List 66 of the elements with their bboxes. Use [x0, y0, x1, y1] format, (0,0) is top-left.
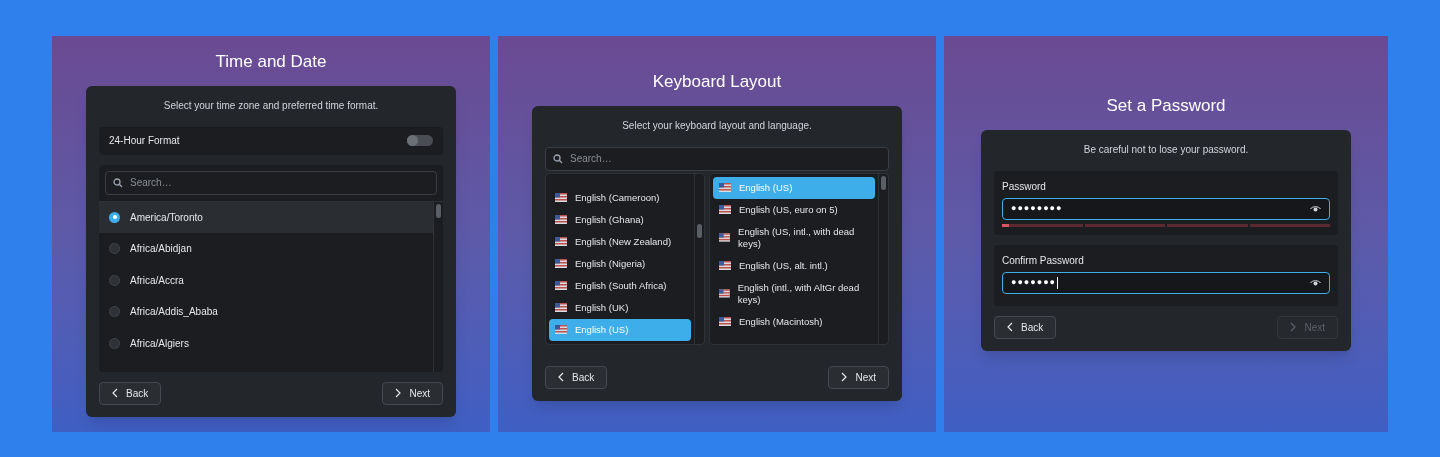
back-button[interactable]: Back: [545, 365, 608, 389]
flag-icon: [719, 317, 731, 326]
search-field[interactable]: Search…: [545, 146, 889, 171]
flag-icon: [555, 215, 567, 224]
layout-option[interactable]: English (Ghana): [549, 208, 691, 231]
layout-option[interactable]: English (US, alt. intl.): [713, 254, 875, 277]
screen-title: Keyboard Layout: [652, 71, 782, 93]
radio-button[interactable]: [109, 243, 120, 255]
layout-option[interactable]: English (US, euro on 5): [713, 198, 875, 221]
flag-icon: [555, 259, 567, 268]
password-field[interactable]: ●●●●●●●: [1002, 271, 1330, 294]
flag-icon: [555, 237, 567, 246]
back-button[interactable]: Back: [994, 315, 1057, 339]
toggle-label: 24-Hour Format: [109, 134, 180, 148]
chevron-right-icon: [841, 372, 848, 382]
chevron-left-icon: [558, 372, 564, 382]
radio-button[interactable]: [109, 211, 120, 223]
layout-option[interactable]: English (New Zealand): [549, 230, 691, 253]
eye-icon[interactable]: [1310, 278, 1321, 287]
field-label: Confirm Password: [1002, 253, 1085, 268]
radio-button[interactable]: [109, 306, 120, 318]
flag-icon: [719, 205, 731, 214]
timezone-option[interactable]: Africa/Abidjan: [99, 233, 433, 265]
chevron-left-icon: [112, 388, 118, 398]
field-label: Password: [1002, 179, 1047, 194]
scrollbar-thumb[interactable]: [881, 175, 886, 190]
scrollbar-thumb[interactable]: [697, 223, 702, 238]
chevron-right-icon: [395, 388, 402, 398]
description-text: Select your time zone and preferred time format.: [162, 98, 380, 113]
chevron-left-icon: [1007, 322, 1013, 332]
toggle-switch[interactable]: [407, 135, 433, 146]
flag-icon: [555, 281, 567, 290]
search-icon: [553, 153, 563, 164]
radio-button[interactable]: [109, 274, 120, 286]
layout-option[interactable]: English (US, intl., with dead keys): [713, 220, 875, 255]
back-button[interactable]: Back: [99, 381, 162, 405]
screen-title: Time and Date: [215, 51, 327, 73]
flag-icon: [719, 261, 731, 270]
timezone-option[interactable]: America/Toronto: [99, 201, 433, 233]
flag-icon: [555, 193, 567, 202]
flag-icon: [555, 325, 567, 334]
layout-option[interactable]: English (intl., with AltGr dead keys): [713, 276, 875, 311]
description-text: Select your keyboard layout and language.: [621, 118, 813, 133]
flag-icon: [719, 233, 731, 242]
scrollbar-thumb[interactable]: [436, 203, 441, 218]
search-icon: [113, 177, 123, 188]
flag-icon: [719, 289, 730, 298]
layout-option[interactable]: English (Macintosh): [713, 310, 875, 333]
chevron-right-icon: [1290, 322, 1297, 332]
eye-icon[interactable]: [1310, 204, 1321, 213]
password-field[interactable]: ●●●●●●●●: [1002, 197, 1330, 220]
layout-option[interactable]: English (Nigeria): [549, 252, 691, 275]
screen-title: Set a Password: [1106, 95, 1226, 117]
flag-icon: [555, 303, 567, 312]
description-text: Be careful not to lose your password.: [1082, 142, 1250, 157]
flag-icon: [719, 183, 731, 192]
timezone-option[interactable]: Africa/Algiers: [99, 327, 433, 359]
next-button[interactable]: Next: [828, 365, 889, 389]
search-field[interactable]: Search…: [105, 170, 437, 195]
layout-option[interactable]: English (South Africa): [549, 274, 691, 297]
radio-button[interactable]: [109, 337, 120, 349]
timezone-option[interactable]: Africa/Accra: [99, 264, 433, 296]
layout-option[interactable]: English (UK): [549, 296, 691, 319]
next-button[interactable]: Next: [382, 381, 443, 405]
layout-option[interactable]: English (Cameroon): [549, 186, 691, 209]
timezone-option[interactable]: Africa/Addis_Ababa: [99, 296, 433, 328]
